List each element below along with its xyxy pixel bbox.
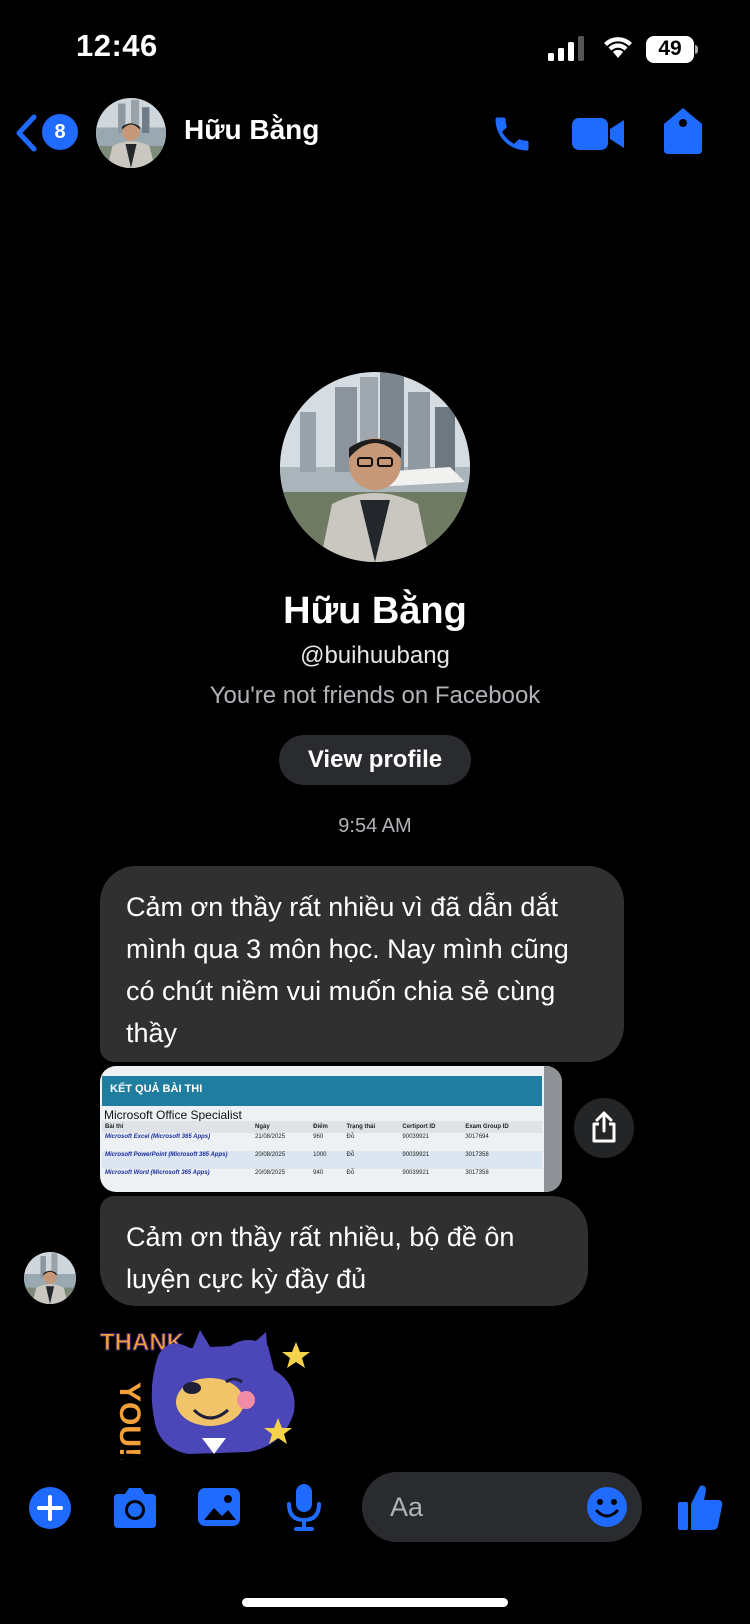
view-profile-button[interactable]: View profile [279, 735, 471, 785]
profile-name: Hữu Bằng [283, 590, 467, 632]
profile-photo[interactable] [280, 372, 470, 562]
table-cell: 3017358 [465, 1170, 489, 1176]
share-icon [592, 1111, 616, 1143]
message-bubble[interactable]: Cảm ơn thầy rất nhiều, bộ đề ôn luyện cự… [100, 1196, 588, 1306]
video-call-icon[interactable] [570, 114, 626, 154]
column-header: Exam Group ID [462, 1121, 542, 1133]
home-indicator [242, 1598, 508, 1607]
column-header: Trạng thái [343, 1121, 400, 1133]
table-cell: Đỗ [343, 1151, 400, 1169]
attachment-title: KẾT QUẢ BÀI THI [110, 1083, 203, 1095]
table-cell: 21/08/2025 [255, 1134, 286, 1140]
unread-count-badge: 8 [42, 114, 78, 150]
table-cell: 1000 [310, 1151, 344, 1169]
table-cell: 3017694 [465, 1134, 489, 1140]
exam-results-table: Bài thi Ngày Điểm Trạng thái Certiport I… [102, 1121, 542, 1187]
table-cell: 960 [313, 1134, 324, 1140]
message-bubble[interactable]: Cảm ơn thầy rất nhiều vì đã dẫn dắt mình… [100, 866, 624, 1062]
microphone-icon[interactable] [284, 1482, 324, 1532]
emoji-icon[interactable] [586, 1486, 628, 1528]
table-cell: Đỗ [346, 1170, 355, 1176]
table-cell: 940 [313, 1170, 324, 1176]
battery-icon: 49 [646, 36, 698, 63]
table-cell: 20/08/2025 [255, 1170, 286, 1176]
table-row: Microsoft PowerPoint (Microsoft 365 Apps… [102, 1151, 542, 1169]
thank-you-sticker[interactable]: THANK YOU!! [98, 1326, 322, 1460]
table-row: Microsoft Word (Microsoft 365 Apps) 20/0… [102, 1169, 542, 1187]
table-cell: Đỗ [346, 1134, 355, 1140]
signal-icon [548, 36, 584, 61]
friendship-status: You're not friends on Facebook [209, 682, 541, 709]
wifi-icon [604, 37, 632, 58]
attachment-subtitle: Microsoft Office Specialist [104, 1108, 242, 1122]
column-header: Bài thi [102, 1121, 252, 1133]
table-cell: 90039921 [399, 1151, 463, 1169]
column-header: Điểm [310, 1121, 344, 1133]
column-header: Certiport ID [399, 1121, 463, 1133]
tag-icon[interactable] [660, 106, 706, 156]
table-cell: Microsoft Word (Microsoft 365 Apps) [105, 1170, 210, 1176]
table-cell: 20/08/2025 [252, 1151, 311, 1169]
battery-level: 49 [658, 37, 682, 60]
share-button[interactable] [574, 1098, 634, 1158]
status-time: 12:46 [76, 28, 158, 63]
table-row: Microsoft Excel (Microsoft 365 Apps) 21/… [102, 1133, 542, 1151]
gallery-icon[interactable] [196, 1484, 242, 1530]
add-icon[interactable] [28, 1486, 72, 1530]
column-header: Ngày [252, 1121, 311, 1133]
message-timestamp: 9:54 AM [338, 815, 412, 837]
chevron-left-icon [16, 114, 37, 152]
sender-avatar[interactable] [24, 1252, 76, 1304]
table-cell: Microsoft PowerPoint (Microsoft 365 Apps… [102, 1151, 252, 1169]
svg-text:YOU!!: YOU!! [113, 1382, 146, 1460]
table-cell: 3017358 [462, 1151, 542, 1169]
table-cell: 90039921 [402, 1170, 430, 1176]
contact-name[interactable]: Hữu Bằng [184, 114, 319, 146]
message-input-placeholder: Aa [390, 1492, 424, 1522]
image-attachment[interactable]: KẾT QUẢ BÀI THI Microsoft Office Special… [100, 1066, 562, 1192]
table-cell: Microsoft Excel (Microsoft 365 Apps) [105, 1134, 211, 1140]
phone-icon[interactable] [490, 112, 534, 156]
camera-icon[interactable] [110, 1486, 160, 1530]
table-cell: 90039921 [402, 1134, 430, 1140]
profile-handle: @buihuubang [300, 642, 450, 669]
message-input[interactable]: Aa [362, 1472, 642, 1542]
like-icon[interactable] [676, 1482, 724, 1532]
back-button[interactable]: 8 [14, 110, 80, 156]
attachment-scrollbar [544, 1066, 562, 1192]
header-avatar[interactable] [96, 98, 166, 168]
